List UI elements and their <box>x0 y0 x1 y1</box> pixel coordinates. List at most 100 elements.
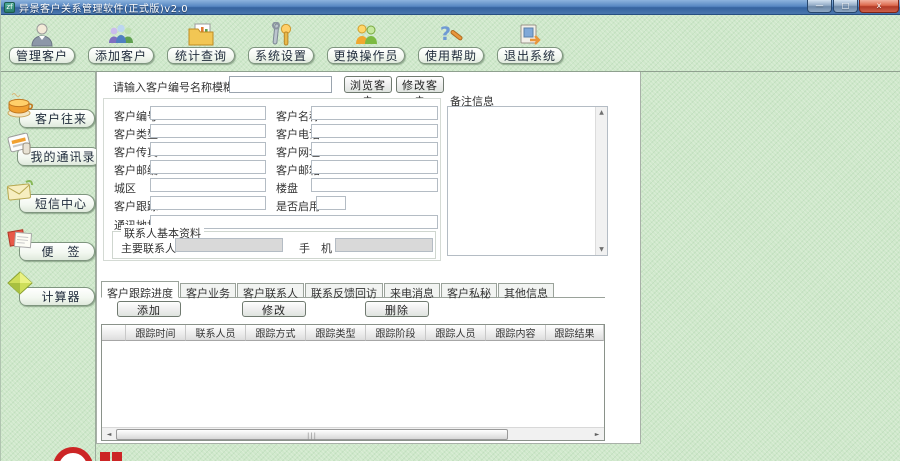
help-icon: ? <box>438 20 464 47</box>
customer-form: 客户编号 客户名称 客户类型 客户电话 客户传真 客户网址 客户邮编 客户邮箱 … <box>103 98 441 261</box>
field-label-enabled: 是否启用 <box>276 200 320 213</box>
sidebar-item-address-book[interactable]: 我的通讯录 <box>5 128 101 166</box>
manage-customers-button[interactable]: 管理客户 <box>9 47 75 64</box>
field-label-district: 城区 <box>114 182 136 195</box>
tracking-table-body[interactable] <box>102 341 604 428</box>
district-input[interactable] <box>150 178 266 192</box>
table-hscrollbar[interactable]: ◄ ||| ► <box>102 427 604 440</box>
close-button[interactable]: x <box>859 0 899 13</box>
customer-no-input[interactable] <box>150 106 266 120</box>
table-header-contact-person[interactable]: 联系人员 <box>186 325 246 341</box>
maximize-button[interactable]: □ <box>833 0 858 13</box>
exit-system-icon <box>517 20 543 47</box>
field-label-property: 楼盘 <box>276 182 298 195</box>
hotline-logo-mark <box>112 452 122 461</box>
customer-email-input[interactable] <box>311 160 438 174</box>
stats-folder-icon <box>187 20 215 47</box>
toolbar: 管理客户 添加客户 统计查询 系统设置 更换操作员 ? 使用帮助 退出系统 <box>9 20 563 64</box>
tab-customer-private[interactable]: 客户私秘 <box>441 283 497 300</box>
toolbar-item-manage-customers[interactable]: 管理客户 <box>9 20 75 64</box>
toolbar-item-statistics[interactable]: 统计查询 <box>167 20 235 64</box>
sidebar-item-customer-dealings[interactable]: 客户往来 <box>7 92 97 128</box>
tab-other-info[interactable]: 其他信息 <box>498 283 554 300</box>
modify-button[interactable]: 修改 <box>242 301 306 317</box>
sidebar-item-calculator[interactable]: 计算器 <box>7 270 97 306</box>
scroll-up-icon[interactable]: ▲ <box>599 109 604 116</box>
table-header-track-stage[interactable]: 跟踪阶段 <box>366 325 426 341</box>
help-button[interactable]: 使用帮助 <box>418 47 484 64</box>
table-header-track-type[interactable]: 跟踪类型 <box>306 325 366 341</box>
tab-feedback-visits[interactable]: 联系反馈回访 <box>305 283 383 300</box>
tab-tracking-progress[interactable]: 客户跟踪进度 <box>101 281 179 300</box>
table-header-track-content[interactable]: 跟踪内容 <box>486 325 546 341</box>
svg-text:?: ? <box>440 23 451 45</box>
sms-envelope-icon <box>5 175 35 208</box>
tab-customer-business[interactable]: 客户业务 <box>180 283 236 300</box>
main-panel: 请输入客户编号名称模糊查询 浏览客户 修改客户 客户编号 客户名称 客户类型 客… <box>96 72 641 444</box>
property-input[interactable] <box>311 178 438 192</box>
exit-system-button[interactable]: 退出系统 <box>497 47 563 64</box>
scroll-left-icon[interactable]: ◄ <box>103 429 115 440</box>
customer-phone-input[interactable] <box>311 124 438 138</box>
switch-user-icon <box>352 20 380 47</box>
hotline-logo-mark <box>100 452 110 461</box>
system-settings-button[interactable]: 系统设置 <box>248 47 314 64</box>
delete-button[interactable]: 删除 <box>365 301 429 317</box>
table-header-track-result[interactable]: 跟踪结果 <box>546 325 604 341</box>
search-input[interactable] <box>229 76 332 93</box>
address-book-icon <box>5 128 35 161</box>
titlebar[interactable]: zf 异景客户关系管理软件(正式版)v2.0 — □ x <box>1 0 900 15</box>
customer-name-input[interactable] <box>311 106 438 120</box>
table-header-track-staff[interactable]: 跟踪人员 <box>426 325 486 341</box>
window-controls: — □ x <box>806 0 899 13</box>
notes-scrollbar[interactable]: ▲ ▼ <box>595 107 607 255</box>
toolbar-item-exit[interactable]: 退出系统 <box>497 20 563 64</box>
teacup-icon <box>5 90 35 123</box>
add-customer-button[interactable]: 添加客户 <box>88 47 154 64</box>
customer-fax-input[interactable] <box>150 142 266 156</box>
notes-textarea[interactable]: ▲ ▼ <box>447 106 608 256</box>
table-header-track-time[interactable]: 跟踪时间 <box>126 325 186 341</box>
browse-customer-button[interactable]: 浏览客户 <box>344 76 392 108</box>
hscroll-thumb[interactable]: ||| <box>116 429 508 440</box>
customer-type-input[interactable] <box>150 124 266 138</box>
users-group-icon <box>107 20 135 47</box>
customer-zip-input[interactable] <box>150 160 266 174</box>
tab-customer-contacts[interactable]: 客户联系人 <box>237 283 304 300</box>
bottom-tabstrip: 客户跟踪进度 客户业务 客户联系人 联系反馈回访 来电消息 客户私秘 其他信息 <box>101 281 605 300</box>
app-icon: zf <box>4 1 15 13</box>
toolbar-item-switch-operator[interactable]: 更换操作员 <box>327 20 405 64</box>
switch-operator-button[interactable]: 更换操作员 <box>327 47 405 64</box>
table-header-cell[interactable] <box>102 325 126 341</box>
tab-incoming-calls[interactable]: 来电消息 <box>384 283 440 300</box>
toolbar-item-add-customer[interactable]: 添加客户 <box>88 20 154 64</box>
primary-contact-input[interactable] <box>175 238 283 252</box>
tracking-table-header: 跟踪时间 联系人员 跟踪方式 跟踪类型 跟踪阶段 跟踪人员 跟踪内容 跟踪结果 <box>102 325 604 341</box>
tracking-table: 跟踪时间 联系人员 跟踪方式 跟踪类型 跟踪阶段 跟踪人员 跟踪内容 跟踪结果 … <box>101 324 605 441</box>
scroll-down-icon[interactable]: ▼ <box>599 246 604 253</box>
user-icon <box>29 20 55 47</box>
memo-notes-icon <box>5 223 35 256</box>
modify-customer-button[interactable]: 修改客户 <box>396 76 444 108</box>
toolbar-item-system-settings[interactable]: 系统设置 <box>248 20 314 64</box>
window-title: 异景客户关系管理软件(正式版)v2.0 <box>19 3 189 15</box>
add-button[interactable]: 添加 <box>117 301 181 317</box>
sidebar-item-memo[interactable]: 便 签 <box>7 225 97 261</box>
statistics-button[interactable]: 统计查询 <box>167 47 235 64</box>
customer-website-input[interactable] <box>311 142 438 156</box>
hscroll-grip-icon: ||| <box>306 432 318 440</box>
enabled-input[interactable] <box>316 196 346 210</box>
scroll-right-icon[interactable]: ► <box>591 429 603 440</box>
app-window: zf 异景客户关系管理软件(正式版)v2.0 — □ x 管理客户 添加客户 统… <box>0 0 900 461</box>
field-label-primary-contact: 主要联系人 <box>121 242 176 255</box>
contact-groupbox: 联系人基本资料 主要联系人 手 机 <box>112 225 436 259</box>
minimize-button[interactable]: — <box>807 0 832 13</box>
tools-icon <box>268 20 294 47</box>
mobile-input[interactable] <box>335 238 433 252</box>
calculator-icon <box>5 268 35 301</box>
toolbar-item-help[interactable]: ? 使用帮助 <box>418 20 484 64</box>
hotline-logo-circle <box>53 447 93 461</box>
table-header-track-method[interactable]: 跟踪方式 <box>246 325 306 341</box>
customer-tracking-input[interactable] <box>150 196 266 210</box>
sidebar-item-sms-center[interactable]: 短信中心 <box>5 175 97 213</box>
